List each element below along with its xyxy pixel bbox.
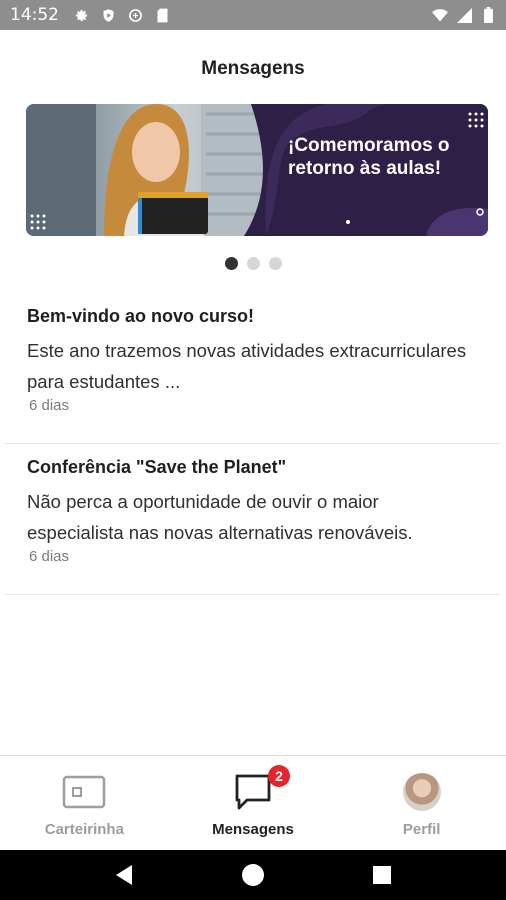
promo-banner[interactable]: ¡Comemoramos o retorno às aulas! bbox=[26, 104, 488, 236]
wifi-icon bbox=[432, 7, 448, 23]
unread-badge: 2 bbox=[268, 765, 290, 787]
nav-perfil[interactable]: Perfil bbox=[337, 756, 506, 850]
battery-icon bbox=[480, 7, 496, 23]
divider bbox=[5, 594, 501, 595]
nav-label: Mensagens bbox=[212, 821, 294, 838]
status-bar: 14:52 bbox=[0, 0, 506, 30]
shield-play-icon bbox=[100, 7, 116, 23]
nav-label: Carteirinha bbox=[44, 821, 124, 838]
page-title: Mensagens bbox=[201, 58, 305, 79]
carousel-pager bbox=[0, 257, 506, 270]
message-time: 6 dias bbox=[29, 397, 70, 414]
avatar bbox=[399, 769, 445, 815]
recents-icon[interactable] bbox=[362, 855, 402, 895]
message-time: 6 dias bbox=[29, 548, 70, 565]
nav-mensagens[interactable]: 2 Mensagens bbox=[169, 756, 338, 850]
message-preview: Este ano trazemos novas atividades extra… bbox=[27, 340, 467, 392]
message-preview: Não perca a oportunidade de ouvir o maio… bbox=[27, 491, 413, 543]
message-item[interactable]: Bem-vindo ao novo curso! Este ano trazem… bbox=[0, 304, 506, 414]
id-card-icon bbox=[61, 769, 107, 815]
status-time: 14:52 bbox=[10, 5, 59, 25]
message-title: Conferência "Save the Planet" bbox=[27, 457, 287, 477]
pager-dot-1[interactable] bbox=[224, 257, 238, 270]
message-title: Bem-vindo ao novo curso! bbox=[27, 306, 255, 326]
cellular-icon bbox=[456, 7, 472, 23]
back-icon[interactable] bbox=[104, 855, 144, 895]
bottom-nav: Carteirinha 2 Mensagens Perfil bbox=[0, 755, 506, 850]
status-icons-right bbox=[432, 7, 496, 23]
banner-text: ¡Comemoramos o retorno às aulas! bbox=[288, 135, 450, 179]
chat-icon: 2 bbox=[230, 765, 290, 815]
message-item[interactable]: Conferência "Save the Planet" Não perca … bbox=[0, 455, 506, 565]
divider bbox=[5, 443, 501, 444]
status-icons-left bbox=[73, 7, 170, 23]
sd-card-icon bbox=[154, 7, 170, 23]
system-nav-bar bbox=[0, 850, 506, 900]
nav-label: Perfil bbox=[402, 821, 441, 838]
vpn-icon bbox=[127, 7, 143, 23]
home-icon[interactable] bbox=[233, 855, 273, 895]
nav-carteirinha[interactable]: Carteirinha bbox=[0, 756, 169, 850]
profile-avatar bbox=[402, 773, 441, 811]
gear-icon bbox=[73, 7, 89, 23]
pager-dot-2[interactable] bbox=[246, 257, 260, 270]
pager-dot-3[interactable] bbox=[268, 257, 282, 270]
